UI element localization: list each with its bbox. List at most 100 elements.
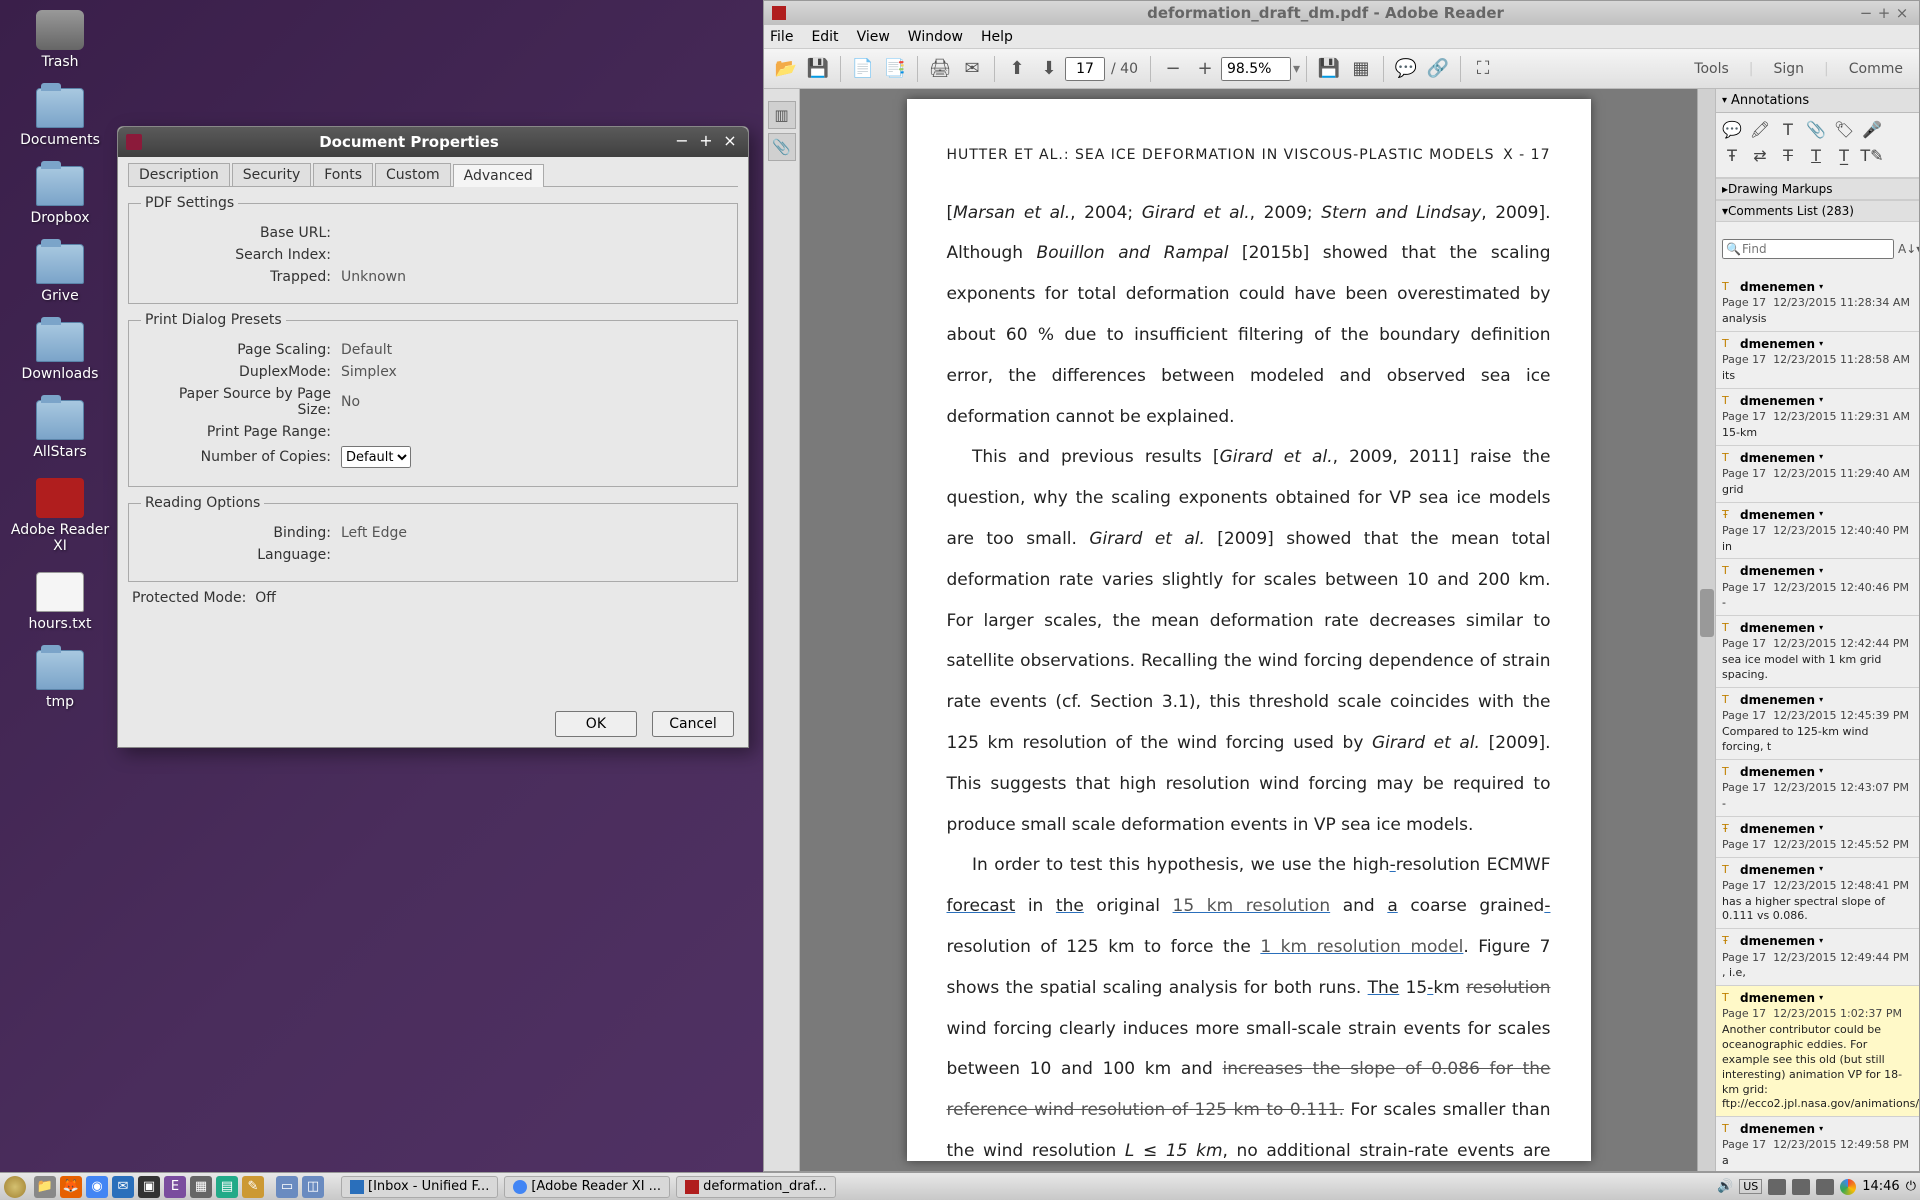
keyboard-layout[interactable]: US [1739,1179,1762,1194]
save-button[interactable]: 💾 [804,55,832,83]
desktop-icon-tmp[interactable]: tmp [10,650,110,710]
comment-item[interactable]: Tdmenemen▾Page 17 12/23/2015 11:29:40 AM… [1716,446,1919,503]
print-button[interactable]: 🖨 [926,55,954,83]
comment-item[interactable]: Tdmenemen▾Page 17 12/23/2015 12:40:46 PM… [1716,559,1919,616]
task-inbox[interactable]: [Inbox - Unified F... [341,1176,498,1198]
desktop-icon-dropbox[interactable]: Dropbox [10,166,110,226]
sign-button[interactable]: Sign [1774,61,1805,77]
document-area[interactable]: HUTTER ET AL.: SEA ICE DEFORMATION IN VI… [800,89,1697,1171]
drawing-markups-header[interactable]: ▸Drawing Markups [1716,178,1919,200]
network-icon[interactable] [1816,1179,1834,1195]
dialog-titlebar[interactable]: Document Properties − + × [118,127,748,157]
text-icon[interactable]: T [1778,119,1798,139]
comment-item[interactable]: Tdmenemen▾Page 17 12/23/2015 12:42:44 PM… [1716,616,1919,688]
export-button[interactable]: 📄 [849,55,877,83]
tab-description[interactable]: Description [128,163,230,186]
comment-item[interactable]: Ŧdmenemen▾Page 17 12/23/2015 12:45:52 PM [1716,817,1919,858]
tab-fonts[interactable]: Fonts [313,163,373,186]
launcher-htop[interactable]: ▤ [216,1176,238,1198]
open-button[interactable]: 📂 [772,55,800,83]
close-button[interactable]: × [1893,4,1911,22]
add-note-icon[interactable]: T̲ [1834,145,1854,165]
launcher-chrome[interactable]: ◉ [86,1176,108,1198]
minimize-button[interactable]: − [672,132,692,152]
email-button[interactable]: ✉ [958,55,986,83]
page-up-button[interactable]: ⬆ [1003,55,1031,83]
cancel-button[interactable]: Cancel [652,711,734,737]
scrollbar-thumb[interactable] [1700,589,1714,637]
launcher-notes[interactable]: ✎ [242,1176,264,1198]
zoom-out-button[interactable]: − [1159,55,1187,83]
zoom-in-button[interactable]: + [1191,55,1219,83]
text-correction-icon[interactable]: T✎ [1862,145,1882,165]
task-adobe-reader-chrome[interactable]: [Adobe Reader XI ... [504,1176,670,1198]
minimize-button[interactable]: − [1857,4,1875,22]
desktop-icon-downloads[interactable]: Downloads [10,322,110,382]
close-button[interactable]: × [720,132,740,152]
comments-list-header[interactable]: ▾Comments List (283) [1716,200,1919,222]
read-mode-button[interactable]: ⛶ [1469,55,1497,83]
record-icon[interactable]: 🎤 [1862,119,1882,139]
tools-button[interactable]: Tools [1694,61,1729,77]
vertical-scrollbar[interactable] [1697,89,1715,1171]
replace-text-icon[interactable]: ⇄ [1750,145,1770,165]
volume-icon[interactable]: 🔊 [1717,1179,1733,1194]
stamp-icon[interactable]: 🏷 [1834,119,1854,139]
comment-item[interactable]: Tdmenemen▾Page 17 12/23/2015 11:28:58 AM… [1716,332,1919,389]
launcher-mail[interactable]: ✉ [112,1176,134,1198]
tray-icon-2[interactable] [1792,1179,1810,1195]
menu-file[interactable]: File [770,29,793,45]
chrome-tray-icon[interactable] [1840,1179,1856,1195]
menu-help[interactable]: Help [981,29,1013,45]
page-number-input[interactable] [1065,57,1105,81]
comment-item[interactable]: Ŧdmenemen▾Page 17 12/23/2015 12:40:40 PM… [1716,503,1919,560]
comment-item[interactable]: Tdmenemen▾Page 17 12/23/2015 11:29:31 AM… [1716,389,1919,446]
comment-panel-button[interactable]: Comme [1849,61,1903,77]
sort-dropdown[interactable]: A↓▾ [1898,242,1919,256]
underline-icon[interactable]: T [1806,145,1826,165]
show-desktop[interactable]: ▭ [276,1176,298,1198]
reader-titlebar[interactable]: deformation_draft_dm.pdf - Adobe Reader … [764,1,1919,25]
launcher-files[interactable]: 📁 [34,1176,56,1198]
launcher-firefox[interactable]: 🦊 [60,1176,82,1198]
ok-button[interactable]: OK [555,711,637,737]
comment-item[interactable]: Tdmenemen▾Page 17 12/23/2015 11:28:34 AM… [1716,275,1919,332]
thumbnails-button[interactable]: ▥ [768,101,796,129]
create-button[interactable]: 📑 [881,55,909,83]
comment-item[interactable]: Tdmenemen▾Page 17 12/23/2015 12:45:39 PM… [1716,688,1919,760]
comment-item[interactable]: Tdmenemen▾Page 17 12/23/2015 12:49:58 PM… [1716,1117,1919,1171]
attach-icon[interactable]: 📎 [1806,119,1826,139]
menu-edit[interactable]: Edit [811,29,838,45]
workspace-switcher[interactable]: ◫ [302,1176,324,1198]
start-button[interactable] [4,1176,26,1198]
tray-icon-1[interactable] [1768,1179,1786,1195]
task-deformation-pdf[interactable]: deformation_draf... [676,1176,836,1198]
comment-item[interactable]: Tdmenemen▾Page 17 12/23/2015 12:48:41 PM… [1716,858,1919,930]
tab-security[interactable]: Security [232,163,312,186]
highlight-icon[interactable]: 🖍 [1750,119,1770,139]
tab-advanced[interactable]: Advanced [453,164,544,187]
comment-button[interactable]: 💬 [1392,55,1420,83]
desktop-icon-hours-txt[interactable]: hours.txt [10,572,110,632]
annotations-header[interactable]: ▾Annotations [1716,89,1919,113]
power-icon[interactable]: ⏻ [1906,1179,1916,1194]
tab-custom[interactable]: Custom [375,163,451,186]
zoom-input[interactable] [1221,57,1291,81]
menu-view[interactable]: View [857,29,890,45]
share-button[interactable]: 🔗 [1424,55,1452,83]
find-input[interactable] [1722,239,1894,259]
comment-item[interactable]: Tdmenemen▾Page 17 12/23/2015 12:43:07 PM… [1716,760,1919,817]
launcher-calc[interactable]: ▦ [190,1176,212,1198]
launcher-terminal[interactable]: ▣ [138,1176,160,1198]
organize-button[interactable]: ▦ [1347,55,1375,83]
launcher-emacs[interactable]: E [164,1176,186,1198]
desktop-icon-grive[interactable]: Grive [10,244,110,304]
desktop-icon-trash[interactable]: Trash [10,10,110,70]
attachments-button[interactable]: 📎 [768,133,796,161]
page-down-button[interactable]: ⬇ [1035,55,1063,83]
comment-item[interactable]: Tdmenemen▾Page 17 12/23/2015 1:02:37 PMA… [1716,986,1919,1117]
copies-select[interactable]: Default [341,446,411,468]
comments-list[interactable]: Tdmenemen▾Page 17 12/23/2015 11:28:34 AM… [1716,275,1919,1171]
clock[interactable]: 14:46 [1862,1179,1899,1194]
strikethrough-icon[interactable]: T [1778,145,1798,165]
